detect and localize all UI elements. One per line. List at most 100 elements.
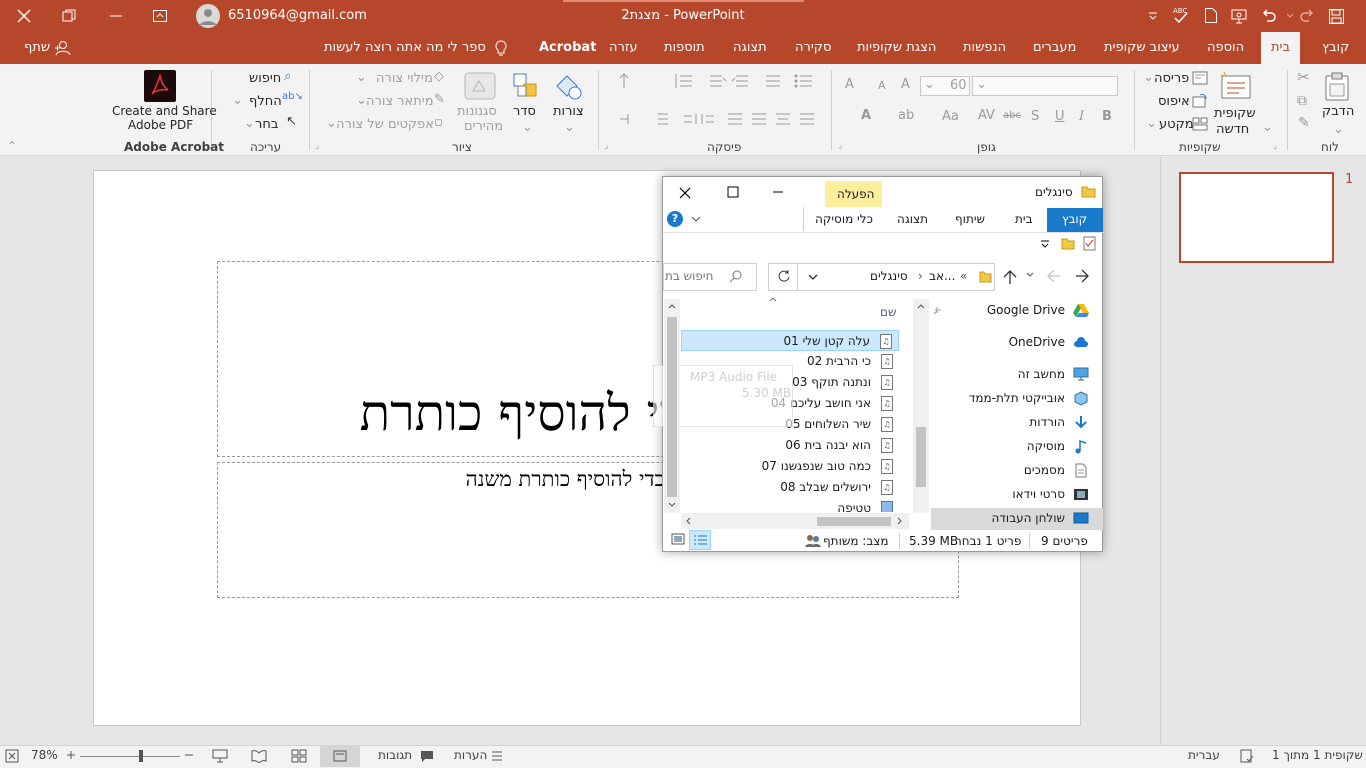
explorer-maximize-icon[interactable] — [726, 185, 740, 199]
present-icon[interactable] — [1230, 7, 1248, 25]
nav-item-downloads[interactable]: הורדות — [931, 412, 1103, 434]
tab-help[interactable]: עזרה — [609, 32, 637, 64]
select-icon[interactable]: ↖ — [286, 115, 297, 128]
nav-scroll-up-icon[interactable] — [917, 303, 925, 309]
clipboard-launcher-icon[interactable]: ⌟ — [1273, 142, 1277, 151]
replace-icon[interactable]: ab↘ — [282, 92, 303, 102]
layout-dropdown-icon[interactable]: ⌄ — [1143, 71, 1154, 84]
nav-item-this-pc[interactable]: מחשב זה — [931, 364, 1103, 386]
paste-icon[interactable] — [1322, 72, 1352, 102]
address-dropdown-icon[interactable] — [808, 274, 818, 281]
clear-formatting-icon[interactable]: A — [845, 78, 854, 91]
replace-button[interactable]: החלף — [249, 94, 282, 109]
paste-dropdown-icon[interactable]: ⌄ — [1333, 123, 1344, 136]
tab-home[interactable]: בית — [1261, 32, 1300, 64]
save-icon[interactable] — [1328, 8, 1345, 25]
forward-icon[interactable] — [1074, 269, 1090, 283]
character-spacing-icon[interactable]: AV — [978, 109, 995, 122]
adobe-pdf-icon[interactable] — [144, 70, 176, 102]
expand-ribbon-icon[interactable] — [691, 215, 701, 223]
customize-qat-icon[interactable] — [1149, 12, 1157, 20]
redo-icon[interactable] — [1298, 8, 1316, 24]
properties-icon[interactable] — [1083, 236, 1096, 251]
arrange-dropdown-icon[interactable]: ⌄ — [522, 121, 533, 134]
nav-item-music[interactable]: מוסיקה — [931, 436, 1103, 458]
zoom-slider-thumb[interactable] — [139, 750, 143, 762]
drawing-launcher-icon[interactable]: ⌟ — [315, 142, 319, 151]
redo-dropdown-icon[interactable] — [1287, 13, 1293, 19]
select-button[interactable]: בחר — [255, 117, 278, 132]
new-slide-label[interactable]: שקופית — [1214, 106, 1256, 121]
new-slide-label-2[interactable]: חדשה — [1216, 122, 1249, 137]
replace-dropdown-icon[interactable]: ⌄ — [232, 94, 243, 107]
tell-me-input[interactable]: ספר לי מה אתה רוצה לעשות — [324, 32, 486, 64]
nav-item-videos[interactable]: סרטי וידאו — [931, 484, 1103, 506]
comments-icon[interactable] — [420, 749, 434, 763]
tab-review[interactable]: סקירה — [795, 32, 831, 64]
up-icon[interactable] — [1003, 269, 1017, 285]
slide-thumbnail[interactable] — [1179, 172, 1334, 263]
paragraph-launcher-icon[interactable]: ⌟ — [604, 142, 608, 151]
section-dropdown-icon[interactable]: ⌄ — [1146, 117, 1157, 130]
breadcrumb-current[interactable]: סינגלים — [870, 269, 908, 283]
select-dropdown-icon[interactable]: ⌄ — [244, 117, 255, 130]
create-pdf-label-2[interactable]: Adobe PDF — [128, 118, 193, 132]
slide-sorter-icon[interactable] — [291, 749, 307, 763]
nav-scroll-thumb[interactable] — [916, 427, 926, 487]
create-pdf-label[interactable]: Create and Share — [112, 104, 217, 118]
tab-insert[interactable]: הוספה — [1207, 32, 1244, 64]
share-icon[interactable] — [54, 39, 72, 57]
increase-font-icon[interactable]: A — [901, 78, 910, 91]
format-painter-icon[interactable]: ✎ — [1298, 116, 1310, 130]
font-name-dropdown-icon[interactable]: ⌄ — [976, 78, 987, 91]
file-row[interactable]: 06 הוא יבנה בית ♫ — [681, 435, 899, 456]
explorer-tab-share[interactable]: שיתוף — [955, 212, 985, 226]
fit-to-window-icon[interactable] — [5, 749, 19, 763]
decrease-font-icon[interactable]: A — [878, 80, 886, 91]
section-icon[interactable] — [1192, 117, 1208, 131]
arrange-icon[interactable] — [512, 72, 540, 100]
change-case-icon[interactable]: Aa — [942, 110, 959, 123]
explorer-minimize-icon[interactable] — [771, 185, 785, 199]
undo-icon[interactable] — [1260, 8, 1278, 24]
font-launcher-icon[interactable]: ⌟ — [838, 142, 842, 151]
tab-addins[interactable]: תוספות — [664, 32, 705, 64]
normal-view-icon[interactable] — [320, 746, 360, 767]
font-color-icon[interactable]: A — [861, 109, 871, 122]
qat-dropdown-icon[interactable] — [1041, 240, 1049, 248]
find-button[interactable]: חיפוש — [249, 71, 281, 86]
shapes-icon[interactable] — [553, 72, 585, 102]
tab-animations[interactable]: הנפשות — [963, 32, 1006, 64]
font-size-dropdown-icon[interactable]: ⌄ — [924, 78, 935, 91]
share-button[interactable]: שתף — [24, 32, 50, 64]
underline-icon[interactable]: U — [1055, 110, 1065, 123]
file-row[interactable]: 08 ירושלים שבלב ♫ — [681, 477, 899, 498]
bold-icon[interactable]: B — [1102, 110, 1112, 123]
breadcrumb-overflow-icon[interactable]: « — [960, 269, 967, 283]
copy-icon[interactable]: ⧉ — [1297, 94, 1307, 108]
strikethrough-icon[interactable]: abc — [1003, 111, 1021, 121]
explorer-tab-view[interactable]: תצוגה — [897, 212, 928, 226]
nav-item-3d-objects[interactable]: אובייקטי תלת-ממד — [931, 388, 1103, 410]
zoom-out-icon[interactable] — [184, 750, 194, 760]
language-indicator[interactable]: עברית — [1188, 748, 1220, 762]
zoom-slider[interactable] — [80, 756, 180, 757]
large-icons-view-icon[interactable] — [671, 533, 685, 545]
help-icon[interactable]: ? — [667, 211, 683, 227]
hscroll-thumb[interactable] — [817, 517, 891, 526]
file-row[interactable]: 01 עלה קטן שלי ♫ — [681, 330, 899, 351]
tab-slideshow[interactable]: הצגת שקופיות — [857, 32, 936, 64]
slideshow-view-icon[interactable] — [212, 749, 228, 763]
tab-view[interactable]: תצוגה — [733, 32, 767, 64]
new-slide-icon[interactable] — [1219, 71, 1253, 101]
reset-button[interactable]: איפוס — [1158, 94, 1190, 109]
file-row[interactable]: 07 כמה טוב שנפגשנו ♫ — [681, 456, 899, 477]
new-document-icon[interactable] — [1204, 7, 1218, 24]
new-folder-icon[interactable] — [1061, 237, 1075, 250]
section-button[interactable]: מקטע — [1159, 117, 1194, 132]
tab-acrobat[interactable]: Acrobat — [539, 32, 596, 64]
refresh-icon[interactable] — [777, 269, 791, 283]
scroll-left-icon[interactable] — [685, 517, 691, 525]
zoom-in-icon[interactable] — [66, 750, 76, 760]
arrange-button[interactable]: סדר — [513, 104, 536, 119]
